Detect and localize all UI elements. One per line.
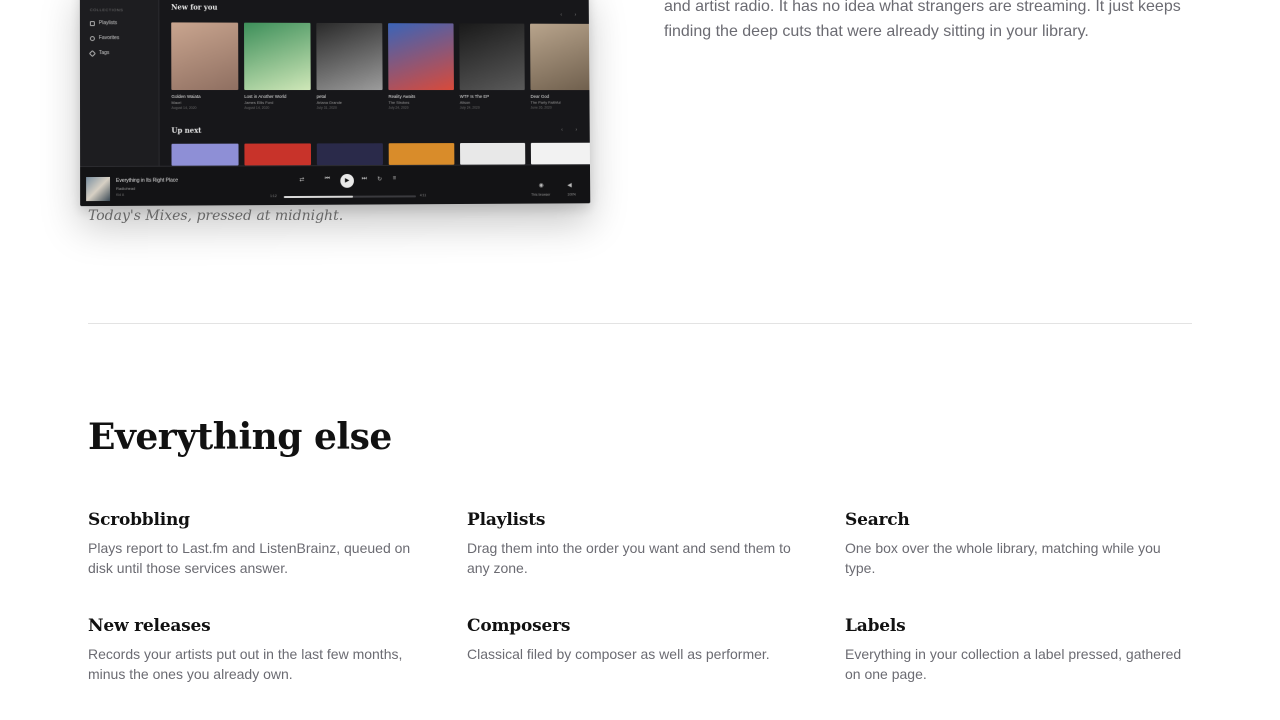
sidebar-item-tags[interactable]: Tags [88, 49, 110, 57]
sidebar: COLLECTIONS Playlists Favorites Tags [79, 0, 160, 167]
sidebar-item-label: Tags [98, 50, 110, 57]
up-next-cover[interactable] [460, 142, 526, 165]
tag-icon [88, 49, 96, 57]
feature-description: Classical filed by composer as well as p… [467, 646, 770, 662]
queue-icon[interactable]: ≡ [393, 176, 396, 182]
intro-paragraph: and artist radio. It has no idea what st… [664, 0, 1181, 40]
sidebar-heading: COLLECTIONS [89, 7, 124, 13]
repeat-icon[interactable]: ↻ [377, 176, 382, 183]
feature-labels: Labels Everything in your collection a l… [845, 616, 1185, 684]
duration-time: 4:11 [419, 193, 427, 198]
feature-title: Labels [845, 616, 906, 636]
album-card[interactable]: Reality Awaits The Strokes July 24, 2020 [388, 23, 454, 110]
album-date: July 24, 2020 [459, 105, 480, 110]
zone-label[interactable]: This browser [531, 193, 550, 197]
feature-description: One box over the whole library, matching… [845, 540, 1161, 576]
now-playing-cover [86, 176, 111, 202]
new-for-you-heading: New for you [171, 2, 218, 12]
up-next-arrows[interactable]: ‹ › [561, 127, 583, 133]
volume-icon[interactable]: ◀ [567, 182, 571, 189]
album-cover [388, 23, 454, 91]
feature-playlists: Playlists Drag them into the order you w… [467, 510, 807, 578]
album-cover [459, 23, 525, 91]
album-card[interactable]: Golden Waiata Maori August 14, 2020 [171, 22, 239, 110]
feature-title: Search [845, 510, 910, 530]
up-next-heading: Up next [171, 125, 202, 135]
feature-title: Composers [467, 616, 571, 636]
album-title: Reality Awaits [388, 93, 416, 99]
album-title: petal [316, 93, 327, 99]
album-cover [171, 22, 239, 91]
progress-bar[interactable] [283, 195, 417, 199]
feature-search: Search One box over the whole library, m… [845, 510, 1185, 578]
app-screenshot: COLLECTIONS Playlists Favorites Tags New… [79, 0, 604, 207]
now-playing-album: Kid A [116, 192, 125, 197]
album-artist: Maori [171, 99, 182, 105]
app-screenshot-frame: COLLECTIONS Playlists Favorites Tags New… [79, 0, 591, 207]
album-date: August 14, 2020 [171, 105, 197, 110]
sidebar-item-playlists[interactable]: Playlists [89, 20, 118, 27]
album-title: Golden Waiata [171, 93, 201, 99]
screenshot-caption: Today's Mixes, pressed at midnight. [88, 208, 344, 224]
feature-title: Scrobbling [88, 510, 190, 530]
now-playing-bar: Everything in Its Right Place Radiohead … [80, 164, 591, 207]
album-title: WTF Is The EP [459, 93, 490, 99]
speaker-icon[interactable]: ◉ [539, 182, 544, 189]
feature-composers: Composers Classical filed by composer as… [467, 616, 807, 664]
album-card[interactable]: Lost in Another World James Ellis Ford Aug… [244, 22, 311, 110]
play-button[interactable]: ▶ [340, 173, 354, 188]
album-artist: Alison [459, 99, 471, 105]
sidebar-item-label: Playlists [98, 20, 118, 27]
album-cover [316, 22, 383, 91]
heart-icon [89, 35, 95, 41]
now-playing-artist: Radiohead [116, 185, 136, 191]
album-title: Lost in Another World [244, 93, 287, 99]
up-next-cover[interactable] [244, 143, 312, 166]
album-cover [530, 23, 591, 91]
feature-description: Plays report to Last.fm and ListenBrainz… [88, 540, 411, 576]
feature-title: Playlists [467, 510, 546, 530]
feature-new-releases: New releases Records your artists put ou… [88, 616, 428, 684]
new-for-you-arrows[interactable]: ‹ › [560, 12, 582, 18]
album-artist: Ariana Grande [316, 99, 342, 105]
next-icon[interactable]: ⏭ [362, 176, 367, 183]
sidebar-item-favorites[interactable]: Favorites [89, 35, 120, 42]
up-next-cover[interactable] [388, 143, 455, 165]
feature-description: Records your artists put out in the last… [88, 646, 403, 682]
previous-icon[interactable]: ⏮ [325, 176, 330, 183]
volume-label: 100% [567, 192, 576, 197]
album-card[interactable]: Dear God The Party Faithful June 26, 2020 [530, 23, 591, 110]
feature-description: Drag them into the order you want and se… [467, 540, 791, 576]
album-card[interactable]: petal Ariana Grande July 31, 2020 [316, 22, 383, 110]
feature-description: Everything in your collection a label pr… [845, 646, 1182, 682]
album-card[interactable]: WTF Is The EP Alison July 24, 2020 [459, 23, 525, 110]
album-artist: The Party Faithful [530, 99, 561, 105]
elapsed-time: 1:12 [270, 194, 277, 199]
up-next-cover[interactable] [171, 143, 239, 166]
shuffle-icon[interactable]: ⇄ [299, 176, 304, 183]
now-playing-title: Everything in Its Right Place [115, 177, 179, 184]
album-date: August 14, 2020 [244, 105, 270, 110]
album-artist: James Ellis Ford [244, 99, 274, 105]
album-title: Dear God [530, 93, 550, 99]
album-date: July 31, 2020 [316, 105, 337, 110]
album-artist: The Strokes [388, 99, 410, 105]
sidebar-item-label: Favorites [98, 35, 120, 42]
up-next-cover[interactable] [316, 143, 383, 166]
album-date: July 24, 2020 [388, 105, 409, 110]
album-cover [244, 22, 311, 91]
feature-title: New releases [88, 616, 211, 636]
feature-scrobbling: Scrobbling Plays report to Last.fm and L… [88, 510, 428, 578]
album-date: June 26, 2020 [530, 105, 552, 110]
section-divider [88, 323, 1192, 324]
section-heading: Everything else [88, 416, 392, 458]
progress-fill [283, 195, 353, 199]
up-next-cover[interactable] [530, 142, 591, 165]
playlist-icon [89, 20, 95, 26]
